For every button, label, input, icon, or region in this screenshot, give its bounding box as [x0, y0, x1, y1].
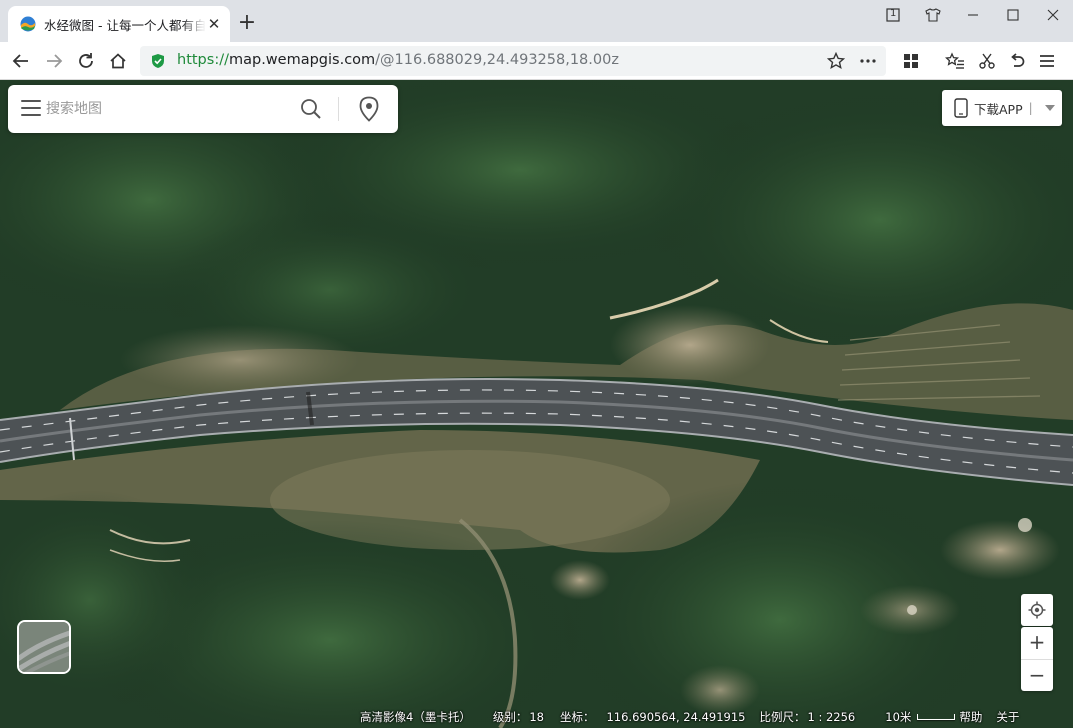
map-status-bar: 高清影像4（墨卡托） 级别： 18 坐标： 116.690564, 24.491…: [360, 706, 1073, 728]
phone-icon: [954, 98, 968, 118]
help-link[interactable]: 帮助: [959, 709, 982, 725]
scale-label: 比例尺：: [759, 710, 806, 724]
grid-icon: [904, 54, 918, 68]
address-bar[interactable]: https://map.wemapgis.com/@116.688029,24.…: [140, 46, 886, 76]
tab-title: 水经微图 - 让每一个人都有自己的地图: [44, 17, 206, 33]
reload-icon: [79, 53, 93, 68]
url-text[interactable]: https://map.wemapgis.com/@116.688029,24.…: [177, 52, 619, 68]
search-input[interactable]: [46, 97, 291, 121]
location-pin-icon[interactable]: [358, 96, 380, 122]
back-button[interactable]: [9, 49, 33, 73]
site-favicon-icon: [20, 16, 36, 32]
scissors-icon: [979, 53, 995, 69]
menu-icon[interactable]: [21, 100, 41, 118]
favorites-list-icon: [945, 52, 964, 69]
crosshair-icon: [1028, 601, 1046, 619]
browser-titlebar: 水经微图 - 让每一个人都有自己的地图 ✕ + 1: [0, 0, 1073, 42]
undo-close-button[interactable]: [1005, 49, 1029, 73]
minimize-button[interactable]: [953, 0, 993, 30]
level-label: 级别：: [492, 710, 528, 724]
reload-button[interactable]: [74, 49, 98, 73]
shirt-icon: [925, 8, 941, 22]
url-protocol: https://: [177, 52, 229, 68]
zoom-control: + −: [1021, 627, 1053, 691]
home-icon: [110, 53, 126, 69]
ellipsis-icon: [860, 59, 876, 63]
browser-toolbar: https://map.wemapgis.com/@116.688029,24.…: [0, 42, 1073, 80]
search-icon[interactable]: [300, 98, 322, 120]
scalebar-label: 10米: [885, 710, 912, 724]
layer-switch-thumbnail[interactable]: [17, 620, 71, 674]
locate-me-button[interactable]: [1021, 594, 1053, 626]
coord-value: 116.690564, 24.491915: [606, 710, 746, 724]
download-app-button[interactable]: 下载APP |: [942, 90, 1062, 126]
star-icon: [827, 52, 845, 70]
map-layer-icon: [19, 622, 69, 672]
download-app-separator: |: [1028, 101, 1033, 115]
tab-count-button[interactable]: 1: [873, 0, 913, 30]
favorites-button[interactable]: [943, 49, 967, 73]
new-tab-button[interactable]: +: [236, 12, 258, 35]
about-link[interactable]: 关于: [996, 709, 1019, 725]
hamburger-icon: [1040, 55, 1054, 67]
bookmark-star-button[interactable]: [824, 49, 848, 73]
close-icon: [1047, 9, 1059, 21]
skin-button[interactable]: [913, 0, 953, 30]
chevron-down-icon[interactable]: [1044, 105, 1055, 111]
coord-label: 坐标：: [559, 710, 595, 724]
scale-value: 1 : 2256: [807, 710, 856, 724]
layer-name: 高清影像4（墨卡托）: [360, 710, 471, 724]
browser-tab[interactable]: 水经微图 - 让每一个人都有自己的地图 ✕: [8, 6, 230, 42]
minimize-icon: [968, 14, 978, 16]
more-options-button[interactable]: [856, 49, 880, 73]
url-host: map.wemapgis.com: [228, 52, 376, 68]
maximize-icon: [1007, 9, 1019, 21]
apps-button[interactable]: [899, 49, 923, 73]
tab-close-icon[interactable]: ✕: [206, 16, 222, 32]
level-value: 18: [529, 710, 544, 724]
secure-shield-icon: [152, 54, 164, 68]
undo-icon: [1011, 53, 1025, 67]
main-menu-button[interactable]: [1035, 49, 1059, 73]
satellite-imagery: [0, 80, 1073, 728]
zoom-in-button[interactable]: +: [1021, 627, 1053, 659]
url-path: /@116.688029,24.493258,18.00z: [375, 52, 619, 68]
forward-button[interactable]: [42, 49, 66, 73]
zoom-out-button[interactable]: −: [1021, 659, 1053, 691]
download-app-label: 下载APP: [974, 101, 1023, 117]
maximize-button[interactable]: [993, 0, 1033, 30]
search-divider: [338, 97, 339, 121]
scale-bar: [917, 714, 956, 720]
tab-count-badge: 1: [890, 8, 897, 19]
close-window-button[interactable]: [1033, 0, 1073, 30]
map-viewport[interactable]: 下载APP | + − 高清影像4（墨卡托） 级别： 18 坐标： 116.69…: [0, 80, 1073, 728]
screenshot-button[interactable]: [975, 49, 999, 73]
map-search-box: [8, 85, 398, 133]
arrow-right-icon: [47, 54, 63, 68]
arrow-left-icon: [12, 54, 28, 68]
home-button[interactable]: [106, 49, 130, 73]
